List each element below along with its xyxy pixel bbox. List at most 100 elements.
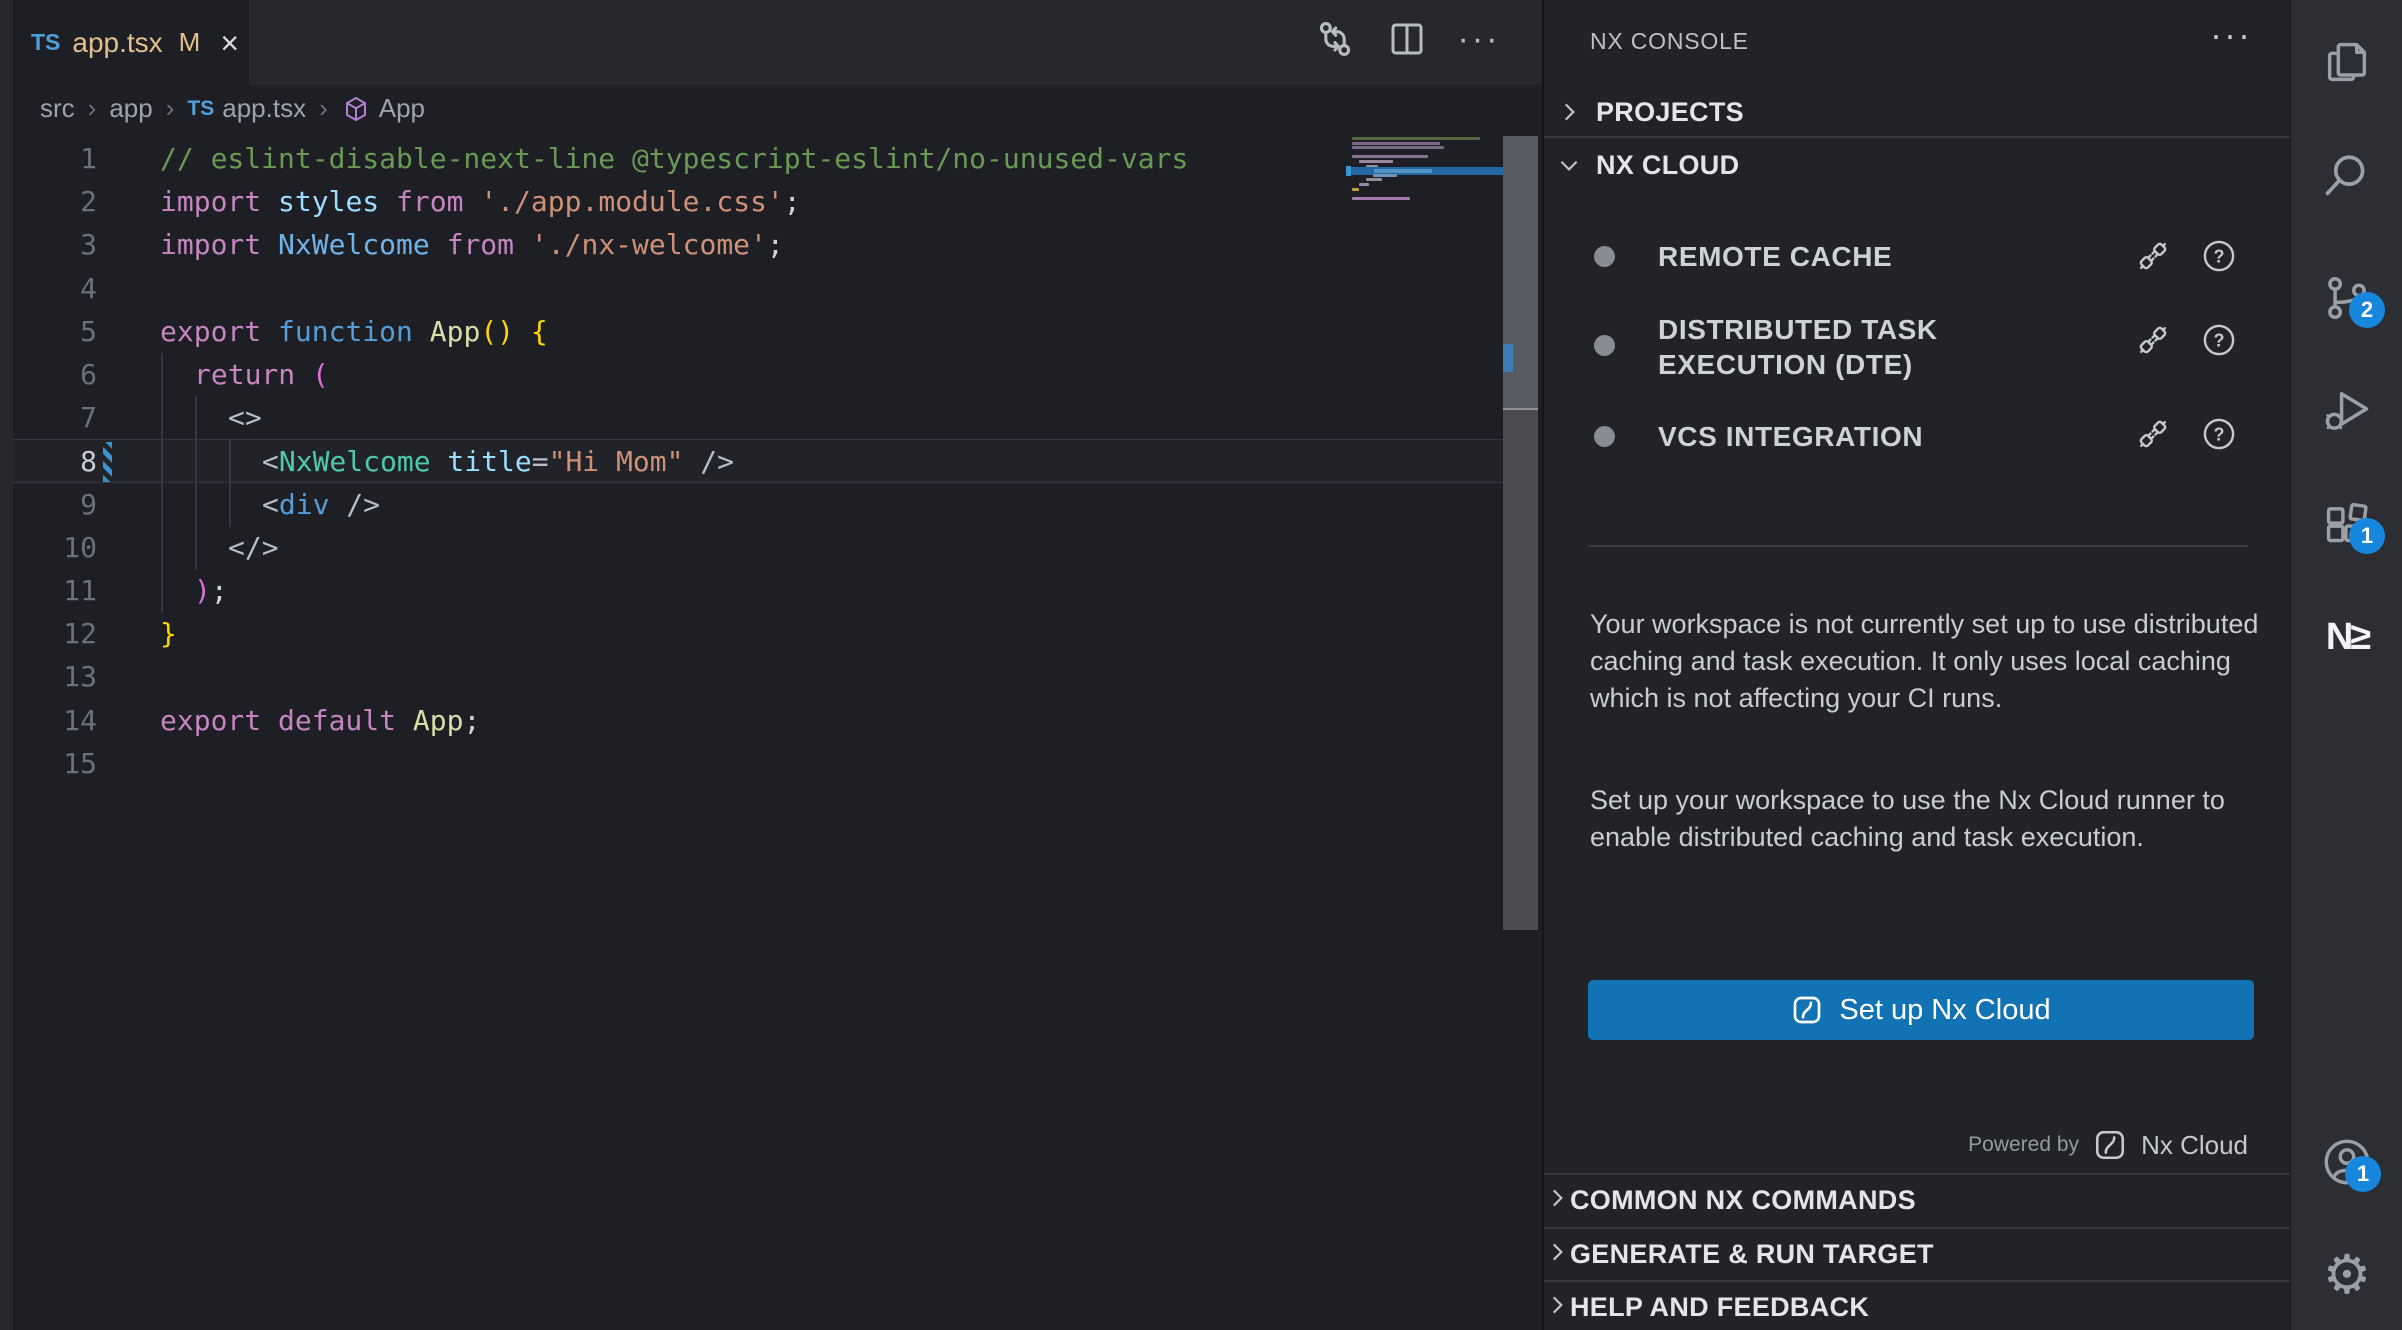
minimap[interactable]	[1348, 132, 1503, 930]
line-number: 14	[13, 699, 97, 743]
code-line-12[interactable]: 12}	[13, 612, 1503, 656]
code-line-7[interactable]: 7<>	[13, 396, 1503, 440]
vertical-scrollbar[interactable]	[1503, 136, 1538, 930]
code-line-4[interactable]: 4	[13, 267, 1503, 311]
line-number: 1	[13, 137, 97, 181]
code-text: <>	[160, 396, 262, 440]
more-actions-icon[interactable]: ···	[1456, 16, 1502, 62]
breadcrumb-item-file[interactable]: TS app.tsx	[187, 93, 306, 124]
help-icon[interactable]: ?	[2201, 238, 2237, 274]
cloud-setup-paragraph: Set up your workspace to use the Nx Clou…	[1590, 782, 2266, 856]
line-number: 8	[13, 440, 97, 484]
line-number: 13	[13, 655, 97, 699]
code-text: import styles from './app.module.css';	[160, 180, 801, 224]
code-line-15[interactable]: 15	[13, 742, 1503, 786]
help-icon[interactable]: ?	[2201, 322, 2237, 358]
vscode-window: TS app.tsx M × ···	[0, 0, 2402, 1330]
status-dot	[1594, 426, 1615, 447]
divider	[1588, 545, 2248, 547]
minimap-line	[1373, 174, 1397, 177]
code-line-6[interactable]: 6 return (	[13, 353, 1503, 397]
breadcrumb-item-symbol-app[interactable]: App	[341, 93, 425, 124]
breadcrumb-item-src[interactable]: src	[40, 93, 75, 124]
code-line-1[interactable]: 1 // eslint-disable-next-line @typescript…	[13, 137, 1503, 181]
run-and-debug-icon[interactable]	[2319, 382, 2375, 438]
chevron-right-icon	[1544, 1185, 1570, 1216]
connect-plug-icon[interactable]	[2135, 322, 2171, 358]
minimap-line	[1352, 137, 1480, 140]
svg-text:?: ?	[2214, 247, 2225, 267]
source-control-badge: 2	[2349, 292, 2385, 328]
code-line-10[interactable]: 10</>	[13, 526, 1503, 570]
code-editor[interactable]: 1 // eslint-disable-next-line @typescript…	[13, 132, 1503, 1330]
line-number: 9	[13, 483, 97, 527]
connect-plug-icon[interactable]	[2135, 238, 2171, 274]
section-header-projects[interactable]: PROJECTS	[1544, 88, 2292, 138]
minimap-current-line-highlight	[1346, 167, 1503, 175]
powered-by-row: Powered by Nx Cloud	[1968, 1125, 2248, 1165]
cloud-item-vcs-integration[interactable]: VCS INTEGRATION ?	[1544, 410, 2292, 462]
line-number: 6	[13, 353, 97, 397]
section-header-generate-run-target[interactable]: GENERATE & RUN TARGET	[1544, 1227, 2292, 1280]
code-text: export function App() {	[160, 310, 548, 354]
status-dot	[1594, 246, 1615, 267]
help-icon[interactable]: ?	[2201, 416, 2237, 452]
open-changes-icon[interactable]	[1312, 16, 1358, 62]
extensions-badge: 1	[2349, 518, 2385, 554]
breadcrumb-separator: ›	[88, 93, 97, 124]
code-line-11[interactable]: 11);	[13, 569, 1503, 613]
cloud-item-dte[interactable]: DISTRIBUTED TASK EXECUTION (DTE)	[1544, 312, 2292, 384]
panel-title: NX CONSOLE	[1590, 28, 1749, 55]
nx-console-icon[interactable]: N≥	[2319, 609, 2375, 665]
cloud-description-paragraph: Your workspace is not currently set up t…	[1590, 606, 2266, 717]
code-line-9[interactable]: 9 <div />	[13, 483, 1503, 527]
code-line-8[interactable]: 8<NxWelcome title="Hi Mom" />	[13, 439, 1503, 483]
minimap-line	[1352, 146, 1444, 149]
section-header-nx-cloud[interactable]: NX CLOUD	[1544, 140, 2292, 190]
svg-text:?: ?	[2214, 425, 2225, 445]
code-text: return (	[160, 353, 329, 397]
symbol-class-icon	[341, 94, 371, 124]
code-text: // eslint-disable-next-line @typescript-…	[160, 137, 1188, 181]
minimap-modified-tick	[1346, 166, 1351, 176]
search-icon[interactable]	[2319, 147, 2375, 203]
modified-badge: M	[179, 27, 201, 58]
code-line-5[interactable]: 5 export function App() {	[13, 310, 1503, 354]
code-line-3[interactable]: 3import NxWelcome from './nx-welcome';	[13, 223, 1503, 267]
code-line-14[interactable]: 14export default App;	[13, 699, 1503, 743]
typescript-file-icon: TS	[187, 97, 214, 121]
split-editor-icon[interactable]	[1384, 16, 1430, 62]
chevron-right-icon	[1556, 99, 1582, 125]
breadcrumb: src › app › TS app.tsx › App	[13, 85, 1542, 132]
chevron-right-icon	[1544, 1239, 1570, 1270]
editor-region: TS app.tsx M × ···	[13, 0, 1542, 1330]
section-header-help-and-feedback[interactable]: HELP AND FEEDBACK	[1544, 1280, 2292, 1330]
line-number: 4	[13, 267, 97, 311]
minimap-line	[1352, 155, 1428, 158]
editor-toolbar: ···	[1312, 16, 1502, 62]
typescript-file-icon: TS	[31, 29, 60, 56]
settings-gear-icon[interactable]: ⚙	[2319, 1247, 2375, 1303]
code-text: );	[160, 569, 228, 613]
code-line-13[interactable]: 13	[13, 655, 1503, 699]
connect-plug-icon[interactable]	[2135, 416, 2171, 452]
code-text: <div />	[160, 483, 380, 527]
code-line-2[interactable]: 2 import styles from './app.module.css';	[13, 180, 1503, 224]
line-number: 10	[13, 526, 97, 570]
close-icon[interactable]: ×	[220, 27, 239, 59]
line-number: 2	[13, 180, 97, 224]
explorer-icon[interactable]	[2319, 34, 2375, 90]
minimap-line	[1352, 197, 1410, 200]
minimap-line	[1359, 160, 1393, 163]
tab-app-tsx[interactable]: TS app.tsx M ×	[13, 0, 249, 85]
section-header-common-nx-commands[interactable]: COMMON NX COMMANDS	[1544, 1173, 2292, 1226]
chevron-right-icon	[1544, 1292, 1570, 1323]
svg-text:?: ?	[2214, 331, 2225, 351]
breadcrumb-separator: ›	[166, 93, 175, 124]
line-number: 5	[13, 310, 97, 354]
setup-nx-cloud-button[interactable]: Set up Nx Cloud	[1588, 980, 2254, 1040]
cloud-item-remote-cache[interactable]: REMOTE CACHE ?	[1544, 230, 2292, 282]
activity-bar: 2 1 N≥ 1	[2290, 0, 2402, 1330]
panel-more-actions-icon[interactable]: ···	[2210, 14, 2252, 56]
breadcrumb-item-app[interactable]: app	[109, 93, 152, 124]
